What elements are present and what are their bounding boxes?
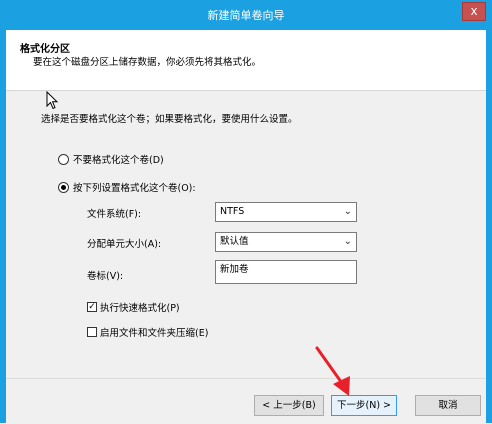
checkbox-empty-icon[interactable] [87, 327, 97, 337]
title-bar: 新建简单卷向导 x [0, 0, 492, 30]
allocation-value: 默认值 [220, 236, 249, 247]
compression-checkbox[interactable]: 启用文件和文件夹压缩(E) [87, 325, 208, 339]
filesystem-label: 文件系统(F): [87, 209, 142, 220]
radio-selected-icon[interactable] [58, 181, 69, 193]
page-title: 格式化分区 [20, 44, 70, 55]
window-border-right [486, 30, 492, 423]
cancel-button[interactable]: 取消 [415, 395, 481, 416]
wizard-footer: < 上一步(B) 下一步(N) > 取消 [6, 378, 486, 424]
radio-no-format[interactable]: 不要格式化这个卷(D) [58, 152, 164, 166]
chevron-down-icon[interactable]: ⌄ [344, 203, 352, 221]
wizard-header: 格式化分区 要在这个磁盘分区上储存数据，你必须先将其格式化。 [6, 30, 486, 91]
wizard-content: 选择是否要格式化这个卷；如果要格式化，要使用什么设置。 不要格式化这个卷(D) … [6, 91, 486, 378]
mouse-cursor-icon [46, 91, 59, 110]
allocation-select[interactable]: 默认值 ⌄ [215, 232, 357, 252]
radio-circle-icon[interactable] [58, 153, 69, 165]
radio-format[interactable]: 按下列设置格式化这个卷(O): [58, 180, 196, 194]
filesystem-value: NTFS [220, 206, 245, 217]
prompt-text: 选择是否要格式化这个卷；如果要格式化，要使用什么设置。 [41, 114, 298, 125]
close-button[interactable]: x [462, 2, 486, 21]
volume-label-label: 卷标(V): [87, 271, 124, 282]
volume-label-input[interactable]: 新加卷 [215, 260, 357, 284]
filesystem-select[interactable]: NTFS ⌄ [215, 202, 357, 222]
radio-format-label: 按下列设置格式化这个卷(O): [73, 183, 196, 194]
back-button[interactable]: < 上一步(B) [254, 395, 324, 416]
quick-format-checkbox[interactable]: ✓ 执行快速格式化(P) [87, 300, 180, 314]
window-title: 新建简单卷向导 [207, 9, 285, 22]
page-subtitle: 要在这个磁盘分区上储存数据，你必须先将其格式化。 [33, 57, 262, 68]
allocation-label: 分配单元大小(A): [87, 239, 162, 250]
checkmark-icon[interactable]: ✓ [87, 302, 97, 312]
quick-format-label: 执行快速格式化(P) [100, 303, 180, 314]
radio-no-format-label: 不要格式化这个卷(D) [73, 155, 164, 166]
compression-label: 启用文件和文件夹压缩(E) [100, 328, 209, 339]
chevron-down-icon[interactable]: ⌄ [344, 233, 352, 251]
next-button[interactable]: 下一步(N) > [331, 395, 397, 416]
